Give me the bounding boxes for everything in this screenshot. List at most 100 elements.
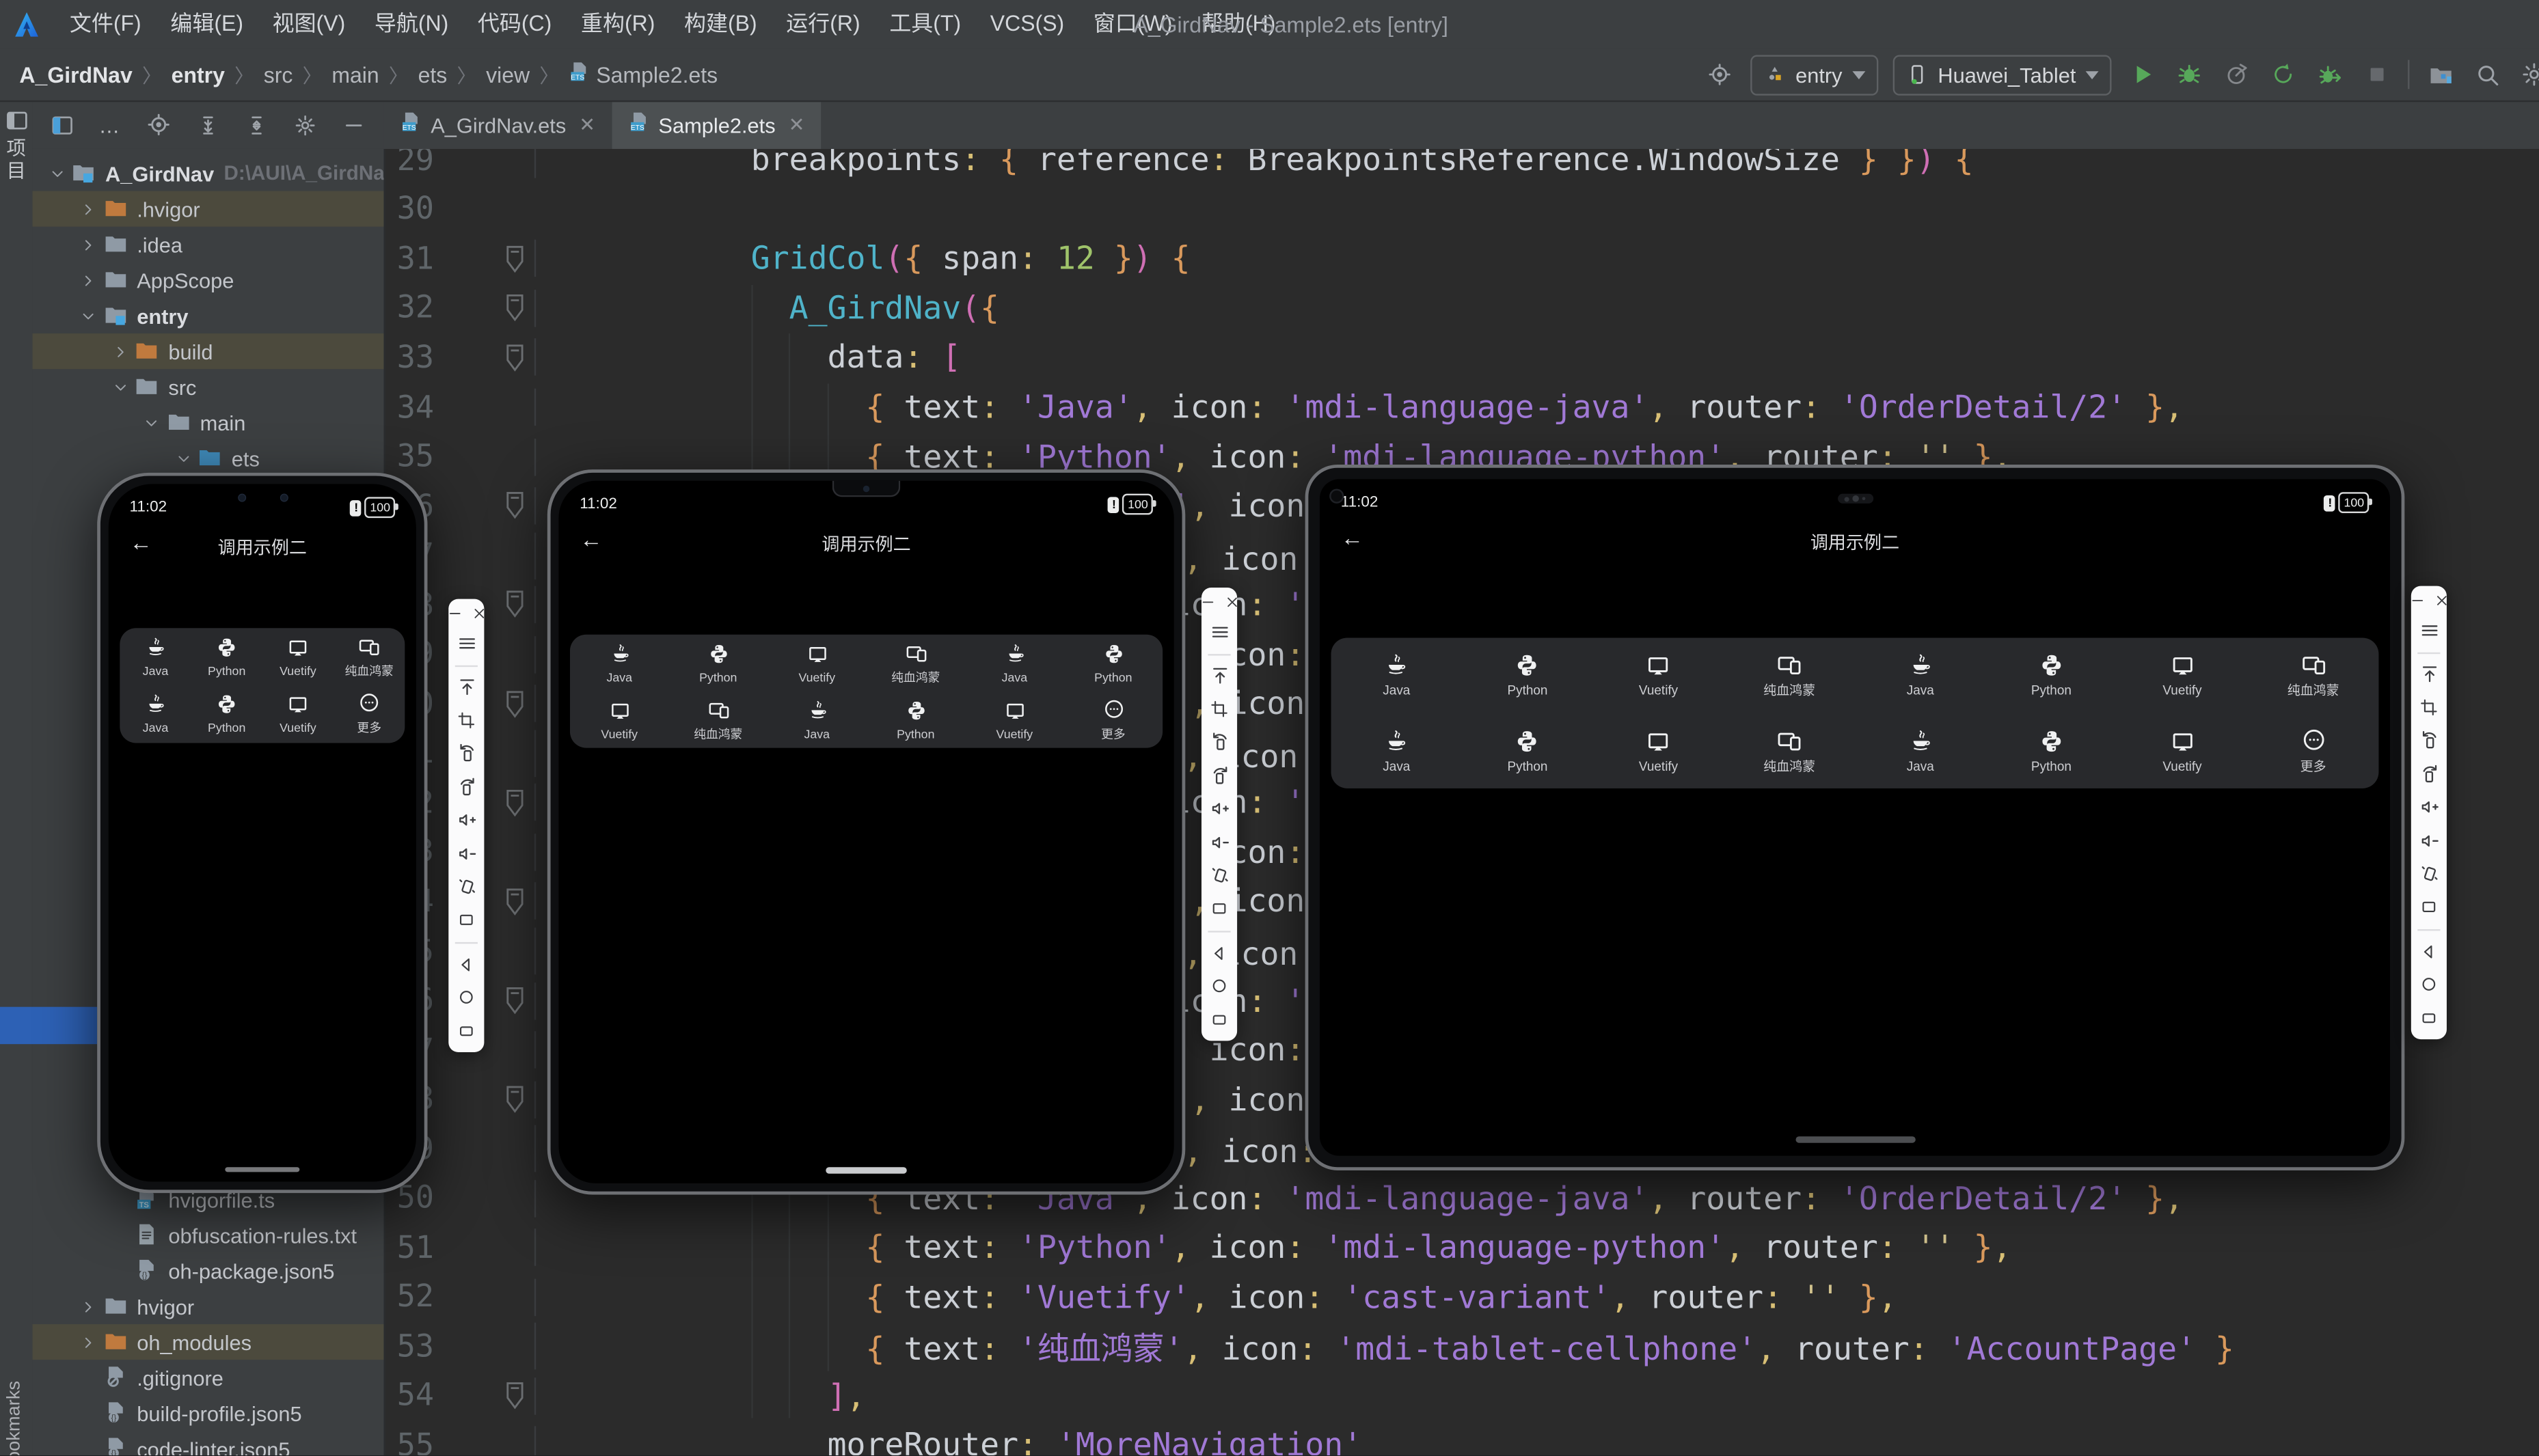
breadcrumb-item[interactable]: view <box>483 62 532 87</box>
grid-item-python[interactable]: Python <box>669 635 768 691</box>
settings-button[interactable] <box>288 109 321 141</box>
breadcrumb-item[interactable]: A_GirdNav <box>16 62 136 87</box>
crop-icon[interactable] <box>1201 693 1237 726</box>
upload-icon[interactable] <box>2411 658 2447 691</box>
chevron-down-icon[interactable] <box>77 304 100 327</box>
tree-row[interactable]: .hvigor <box>32 191 383 227</box>
grid-item-harmony[interactable]: 纯血鸿蒙 <box>334 628 405 685</box>
tree-row[interactable]: .idea <box>32 227 383 262</box>
breadcrumb-item[interactable]: ets <box>415 62 450 87</box>
grid-item-java[interactable]: Java <box>1855 713 1986 788</box>
menu-icon[interactable] <box>1201 615 1237 648</box>
grid-item-java[interactable]: Java <box>1855 637 1986 713</box>
volume-down-icon[interactable] <box>2411 824 2447 857</box>
grid-item-cast[interactable]: Vuetify <box>1593 713 1724 788</box>
grid-item-cast[interactable]: Vuetify <box>570 691 669 748</box>
grid-item-cast[interactable]: Vuetify <box>262 628 334 685</box>
rotate-cw-icon[interactable] <box>1201 759 1237 793</box>
home-icon[interactable] <box>448 981 484 1015</box>
tree-row[interactable]: src <box>32 369 383 404</box>
breadcrumb-item[interactable]: src <box>260 62 296 87</box>
menu-icon[interactable] <box>448 627 484 660</box>
grid-item-cast[interactable]: Vuetify <box>768 635 867 691</box>
grid-item-more[interactable]: 更多 <box>334 685 405 743</box>
close-icon[interactable] <box>470 601 487 630</box>
grid-item-python[interactable]: Python <box>1986 637 2117 713</box>
grid-item-more[interactable]: 更多 <box>1064 691 1163 748</box>
home-icon[interactable] <box>1201 970 1237 1003</box>
fold-gutter[interactable] <box>434 481 534 530</box>
grid-item-java[interactable]: Java <box>570 635 669 691</box>
upload-icon[interactable] <box>1201 659 1237 693</box>
menu-item[interactable]: 运行(R) <box>772 0 875 49</box>
menu-item[interactable]: 重构(R) <box>567 0 670 49</box>
grid-item-python[interactable]: Python <box>1462 637 1593 713</box>
menu-item[interactable]: 编辑(E) <box>156 0 258 49</box>
tree-row[interactable]: entry <box>32 298 383 333</box>
close-icon[interactable]: ✕ <box>579 113 595 136</box>
volume-up-icon[interactable] <box>448 803 484 837</box>
grid-item-cast[interactable]: Vuetify <box>2117 637 2248 713</box>
chevron-down-icon[interactable] <box>140 411 163 434</box>
grid-item-python[interactable]: Python <box>867 691 966 748</box>
tree-row[interactable]: main <box>32 404 383 440</box>
screenshot-icon[interactable] <box>2411 890 2447 924</box>
grid-item-java[interactable]: Java <box>1331 713 1463 788</box>
shake-icon[interactable] <box>2411 857 2447 891</box>
breadcrumb-item[interactable]: ETSSample2.ets <box>565 61 721 87</box>
profile-button[interactable] <box>2220 58 2252 90</box>
menu-item[interactable]: 工具(T) <box>875 0 975 49</box>
fold-gutter[interactable] <box>434 1371 534 1420</box>
fold-gutter[interactable] <box>434 1075 534 1124</box>
breadcrumb-item[interactable]: main <box>329 62 383 87</box>
recents-icon[interactable] <box>448 1014 484 1047</box>
grid-item-java[interactable]: Java <box>120 685 191 743</box>
editor-tab[interactable]: ETSA_GirdNav.ets✕ <box>384 100 612 149</box>
grid-item-python[interactable]: Python <box>191 628 262 685</box>
volume-up-icon[interactable] <box>1201 793 1237 826</box>
search-button[interactable] <box>2471 58 2503 90</box>
tree-row[interactable]: ets <box>32 440 383 476</box>
fold-gutter[interactable] <box>434 234 534 284</box>
collapse-all-button[interactable] <box>240 109 272 141</box>
chevron-right-icon[interactable] <box>109 340 131 363</box>
breadcrumb-item[interactable]: entry <box>168 62 228 87</box>
rotate-cw-icon[interactable] <box>2411 758 2447 791</box>
close-icon[interactable] <box>1223 589 1240 618</box>
rotate-ccw-icon[interactable] <box>1201 726 1237 760</box>
grid-item-cast[interactable]: Vuetify <box>1593 637 1724 713</box>
tree-row[interactable]: hvigor <box>32 1289 383 1324</box>
debug-button[interactable] <box>2173 58 2205 90</box>
chevron-right-icon[interactable] <box>77 1331 100 1354</box>
menu-item[interactable]: 构建(B) <box>670 0 772 49</box>
grid-item-harmony[interactable]: 纯血鸿蒙 <box>1724 713 1855 788</box>
fold-gutter[interactable] <box>434 333 534 382</box>
chevron-right-icon[interactable] <box>77 269 100 291</box>
grid-item-cast[interactable]: Vuetify <box>2117 713 2248 788</box>
back-icon[interactable] <box>1201 937 1237 970</box>
ellipsis-button[interactable]: … <box>94 109 126 141</box>
fold-gutter[interactable] <box>434 284 534 333</box>
back-icon[interactable] <box>2411 935 2447 968</box>
grid-item-more[interactable]: 更多 <box>2248 713 2379 788</box>
tree-selected-row[interactable] <box>0 1007 97 1044</box>
sidebar-item-bookmarks[interactable]: Bookmarks <box>5 1382 24 1456</box>
stop-button[interactable] <box>2361 58 2393 90</box>
chevron-right-icon[interactable] <box>77 233 100 256</box>
chevron-down-icon[interactable] <box>109 376 131 398</box>
grid-item-cast[interactable]: Vuetify <box>965 691 1064 748</box>
menu-item[interactable]: 视图(V) <box>258 0 359 49</box>
tree-row[interactable]: build <box>32 333 383 369</box>
grid-item-java[interactable]: Java <box>768 691 867 748</box>
module-select[interactable]: entry <box>1750 54 1878 94</box>
menu-item[interactable]: 代码(C) <box>463 0 567 49</box>
screenshot-icon[interactable] <box>1201 892 1237 925</box>
grid-item-java[interactable]: Java <box>120 628 191 685</box>
chevron-down-icon[interactable] <box>45 162 68 184</box>
recents-icon[interactable] <box>2411 1001 2447 1034</box>
expand-all-button[interactable] <box>191 109 223 141</box>
tree-row[interactable]: .gitignore <box>32 1360 383 1395</box>
grid-item-harmony[interactable]: 纯血鸿蒙 <box>2248 637 2379 713</box>
tree-row[interactable]: {}build-profile.json5 <box>32 1395 383 1431</box>
shake-icon[interactable] <box>1201 859 1237 892</box>
